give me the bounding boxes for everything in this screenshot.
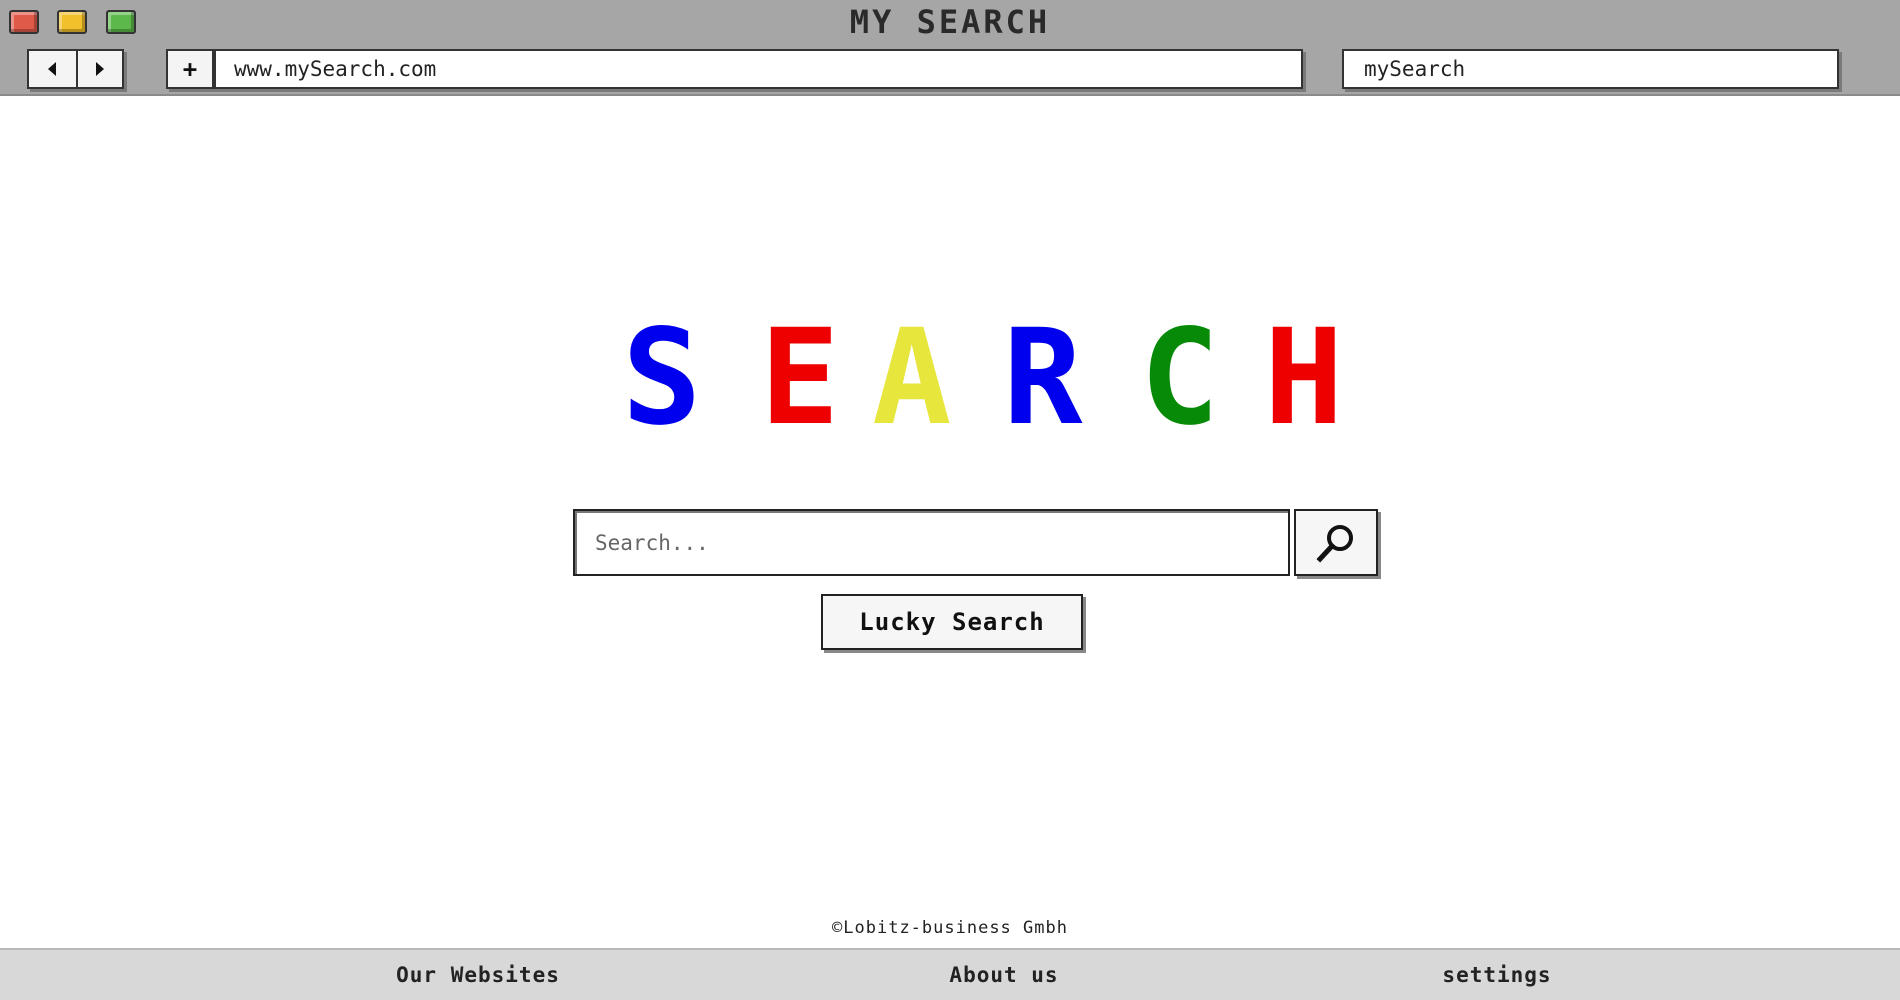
- footer-link-settings[interactable]: settings: [1442, 950, 1551, 1000]
- search-input-wrapper: [573, 509, 1290, 576]
- logo-letter-h: H: [1264, 301, 1344, 455]
- footer-link-our-websites[interactable]: Our Websites: [396, 950, 560, 1000]
- copyright-text: ©Lobitz-business Gmbh: [832, 918, 1068, 938]
- logo-letter-a: A: [872, 301, 952, 455]
- search-button[interactable]: [1294, 509, 1378, 576]
- triangle-left-icon: [48, 62, 57, 76]
- nav-button-group: [27, 49, 124, 89]
- footer-bar: Our Websites About us settings: [0, 948, 1900, 1000]
- logo-letter-r: R: [1003, 301, 1083, 455]
- back-button[interactable]: [29, 51, 76, 87]
- lucky-search-button[interactable]: Lucky Search: [821, 594, 1083, 650]
- forward-button[interactable]: [75, 51, 123, 87]
- window-title: MY SEARCH: [849, 3, 1051, 41]
- search-logo: S E A R C H: [600, 301, 1360, 455]
- footer-link-about-us[interactable]: About us: [949, 950, 1058, 1000]
- logo-letter-e: E: [760, 301, 840, 455]
- new-tab-button[interactable]: +: [166, 49, 214, 89]
- magnifier-icon: [1316, 524, 1353, 563]
- logo-letter-c: C: [1140, 301, 1220, 455]
- triangle-right-icon: [95, 62, 104, 76]
- url-bar[interactable]: www.mySearch.com: [214, 49, 1303, 89]
- search-input[interactable]: [575, 511, 1288, 574]
- toolbar-search-field[interactable]: mySearch: [1342, 49, 1839, 89]
- browser-chrome: MY SEARCH + www.mySearch.com mySearch: [0, 0, 1900, 96]
- logo-letter-s: S: [622, 301, 702, 455]
